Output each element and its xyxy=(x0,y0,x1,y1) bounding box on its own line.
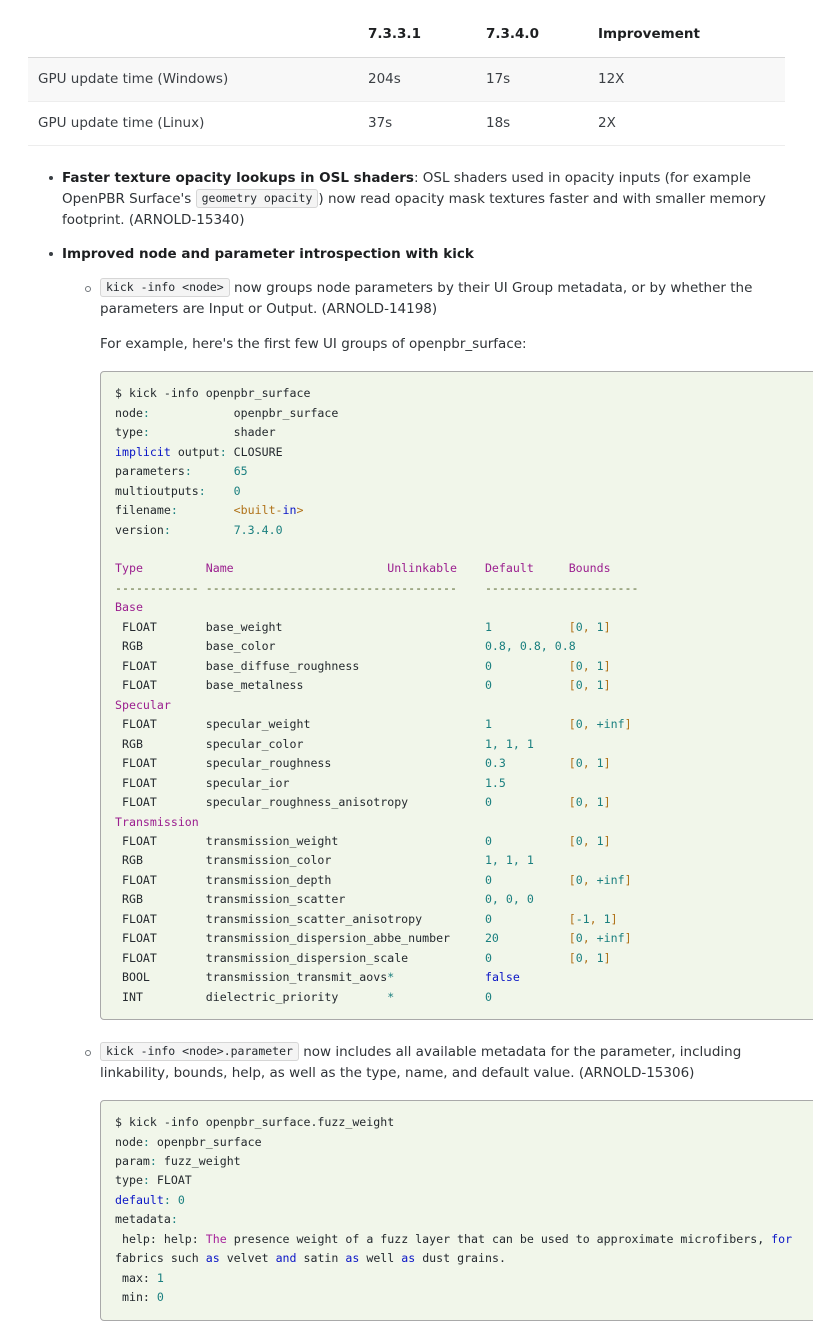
column-header-version-old: 7.3.3.1 xyxy=(358,18,476,58)
column-header-metric xyxy=(28,18,358,58)
table-row: GPU update time (Linux) 37s 18s 2X xyxy=(28,101,785,146)
row-value-old: 37s xyxy=(358,101,476,146)
table-body: GPU update time (Windows) 204s 17s 12X G… xyxy=(28,57,785,146)
table-header-row: 7.3.3.1 7.3.4.0 Improvement xyxy=(28,18,785,58)
list-item-opacity-lookups: Faster texture opacity lookups in OSL sh… xyxy=(49,168,785,231)
example-intro-paragraph: For example, here's the first few UI gro… xyxy=(100,336,527,353)
table-row: GPU update time (Windows) 204s 17s 12X xyxy=(28,57,785,102)
column-header-improvement: Improvement xyxy=(588,18,785,58)
nested-list: kick -info <node>.parameter now includes… xyxy=(62,1042,785,1084)
bullet-title: Faster texture opacity lookups in OSL sh… xyxy=(62,169,414,186)
inline-code-geometry-opacity[interactable]: geometry opacity xyxy=(195,188,319,208)
row-improvement: 2X xyxy=(588,101,785,146)
bullet-title: Improved node and parameter introspectio… xyxy=(62,245,474,262)
row-label: GPU update time (Windows) xyxy=(28,57,358,102)
list-item-kick-introspection: Improved node and parameter introspectio… xyxy=(49,244,813,1321)
release-notes-list: Faster texture opacity lookups in OSL sh… xyxy=(28,168,813,1321)
row-value-old: 204s xyxy=(358,57,476,102)
code-block-2-content: $ kick -info openpbr_surface.fuzz_weight… xyxy=(115,1115,800,1305)
inline-code-kick-info-parameter[interactable]: kick -info <node>.parameter xyxy=(100,1042,299,1062)
inline-code-kick-info-node[interactable]: kick -info <node> xyxy=(100,278,230,298)
list-item-kick-info-node: kick -info <node> now groups node parame… xyxy=(85,278,785,320)
row-label: GPU update time (Linux) xyxy=(28,101,358,146)
column-header-version-new: 7.3.4.0 xyxy=(476,18,588,58)
document-page: 7.3.3.1 7.3.4.0 Improvement GPU update t… xyxy=(0,18,813,1321)
list-item-kick-info-parameter: kick -info <node>.parameter now includes… xyxy=(85,1042,785,1084)
performance-table: 7.3.3.1 7.3.4.0 Improvement GPU update t… xyxy=(28,18,785,146)
table-head: 7.3.3.1 7.3.4.0 Improvement xyxy=(28,18,785,58)
code-block-1-content: $ kick -info openpbr_surface node: openp… xyxy=(115,386,639,1004)
row-improvement: 12X xyxy=(588,57,785,102)
code-block-kick-info-parameter: $ kick -info openpbr_surface.fuzz_weight… xyxy=(100,1100,813,1321)
row-value-new: 18s xyxy=(476,101,588,146)
code-block-kick-info-node: $ kick -info openpbr_surface node: openp… xyxy=(100,371,813,1021)
row-value-new: 17s xyxy=(476,57,588,102)
nested-list: kick -info <node> now groups node parame… xyxy=(62,278,785,320)
